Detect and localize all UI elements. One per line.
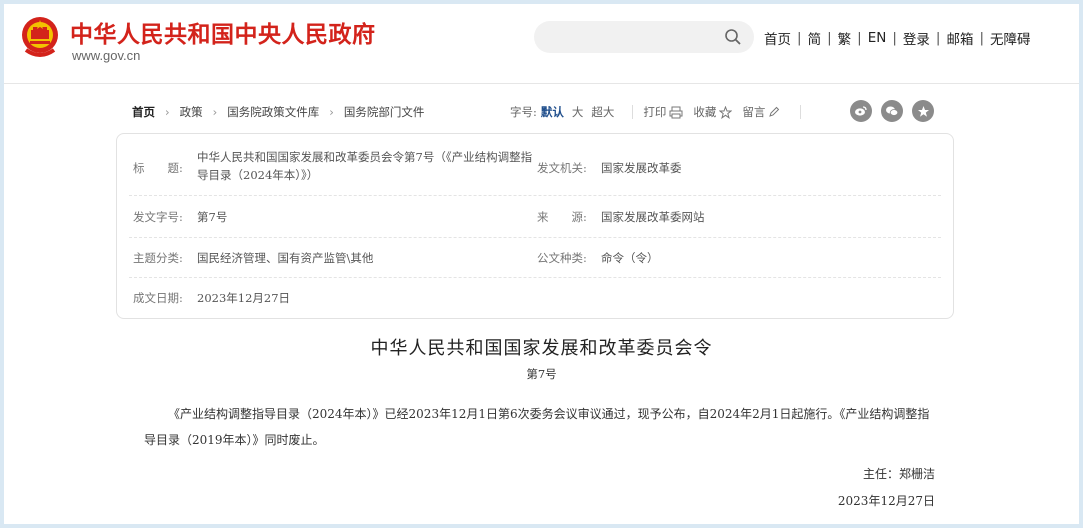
share-bar bbox=[850, 100, 934, 122]
nav-separator: | bbox=[892, 30, 897, 46]
doc-no-value: 第7号 bbox=[197, 210, 228, 224]
info-row: 标 题: 中华人民共和国国家发展和改革委员会令第7号（《产业结构调整指导目录（2… bbox=[129, 142, 941, 196]
site-url: www.gov.cn bbox=[72, 48, 141, 63]
breadcrumb-policy[interactable]: 政策 bbox=[180, 104, 203, 120]
font-size-label: 字号: bbox=[510, 105, 537, 119]
date-label: 成文日期: bbox=[133, 291, 183, 305]
signature-date: 2023年12月27日 bbox=[837, 494, 935, 508]
nav-separator: | bbox=[797, 30, 802, 46]
source-value: 国家发展改革委网站 bbox=[601, 210, 705, 224]
title-value: 中华人民共和国国家发展和改革委员会令第7号（《产业结构调整指导目录（2024年本… bbox=[197, 150, 533, 182]
issuer-label: 发文机关: bbox=[537, 161, 587, 175]
font-size-default[interactable]: 默认 bbox=[541, 104, 564, 120]
breadcrumb-dept-docs[interactable]: 国务院部门文件 bbox=[344, 104, 425, 120]
comment-label: 留言 bbox=[742, 105, 766, 119]
document-info-table: 标 题: 中华人民共和国国家发展和改革委员会令第7号（《产业结构调整指导目录（2… bbox=[116, 133, 954, 319]
pencil-icon bbox=[769, 106, 780, 117]
favorite-label: 收藏 bbox=[693, 105, 717, 119]
breadcrumb-home[interactable]: 首页 bbox=[132, 104, 155, 120]
weibo-icon[interactable] bbox=[850, 100, 872, 122]
favorite-star-icon[interactable] bbox=[912, 100, 934, 122]
chevron-right-icon: › bbox=[329, 105, 334, 119]
printer-icon bbox=[669, 106, 683, 118]
article-tools: 字号: 默认 大 超大 打印 收藏 留言 bbox=[510, 100, 811, 124]
print-label: 打印 bbox=[643, 105, 667, 119]
breadcrumb-policy-library[interactable]: 国务院政策文件库 bbox=[227, 104, 319, 120]
nav-separator: | bbox=[827, 30, 832, 46]
chevron-right-icon: › bbox=[212, 105, 218, 119]
document-title: 中华人民共和国国家发展和改革委员会令 bbox=[370, 338, 713, 359]
doc-no-label: 发文字号: bbox=[133, 210, 183, 224]
title-label: 标 题: bbox=[133, 161, 183, 175]
favorite-button[interactable]: 收藏 bbox=[693, 104, 733, 120]
wechat-icon[interactable] bbox=[881, 100, 903, 122]
nav-mailbox[interactable]: 邮箱 bbox=[946, 28, 973, 48]
site-header: 中华人民共和国中央人民政府 www.gov.cn 首页 | 简 | 繁 | EN… bbox=[4, 4, 1079, 84]
search-input[interactable] bbox=[534, 21, 754, 53]
info-row: 成文日期: 2023年12月27日 bbox=[129, 278, 941, 318]
nav-separator: | bbox=[857, 30, 862, 46]
date-value: 2023年12月27日 bbox=[197, 291, 291, 305]
source-label: 来 源: bbox=[537, 210, 587, 224]
page-frame: 中华人民共和国中央人民政府 www.gov.cn 首页 | 简 | 繁 | EN… bbox=[4, 4, 1079, 524]
signature: 主任：郑栅洁 bbox=[862, 467, 935, 481]
star-outline-icon bbox=[719, 105, 733, 119]
topic-label: 主题分类: bbox=[133, 251, 183, 265]
nav-simplified[interactable]: 简 bbox=[808, 28, 822, 48]
chevron-right-icon: › bbox=[165, 105, 170, 119]
info-row: 主题分类: 国民经济管理、国有资产监管\其他 公文种类: 命令（令） bbox=[129, 238, 941, 278]
national-emblem-icon[interactable] bbox=[20, 14, 60, 60]
font-size-xlarge[interactable]: 超大 bbox=[591, 104, 614, 120]
nav-separator: | bbox=[935, 30, 941, 46]
nav-accessibility[interactable]: 无障碍 bbox=[990, 28, 1031, 48]
info-row: 发文字号: 第7号 来 源: 国家发展改革委网站 bbox=[129, 196, 941, 238]
search-icon[interactable] bbox=[724, 28, 742, 46]
site-title[interactable]: 中华人民共和国中央人民政府 bbox=[70, 15, 376, 49]
nav-traditional[interactable]: 繁 bbox=[838, 28, 852, 48]
document-number: 第7号 bbox=[526, 367, 557, 381]
comment-button[interactable]: 留言 bbox=[742, 104, 780, 120]
print-button[interactable]: 打印 bbox=[643, 104, 683, 120]
divider bbox=[800, 105, 802, 119]
font-size-large[interactable]: 大 bbox=[572, 104, 584, 120]
topic-value: 国民经济管理、国有资产监管\其他 bbox=[197, 251, 374, 265]
top-nav: 首页 | 简 | 繁 | EN | 登录 | 邮箱 | 无障碍 bbox=[764, 28, 1031, 48]
nav-english[interactable]: EN bbox=[868, 30, 887, 46]
nav-login[interactable]: 登录 bbox=[903, 28, 930, 48]
type-label: 公文种类: bbox=[537, 251, 587, 265]
divider bbox=[632, 105, 634, 119]
document-body: 《产业结构调整指导目录（2024年本）》已经2023年12月1日第6次委务会议审… bbox=[144, 407, 930, 447]
nav-separator: | bbox=[979, 30, 985, 46]
nav-home[interactable]: 首页 bbox=[764, 28, 791, 48]
issuer-value: 国家发展改革委 bbox=[601, 161, 682, 175]
type-value: 命令（令） bbox=[601, 251, 659, 265]
